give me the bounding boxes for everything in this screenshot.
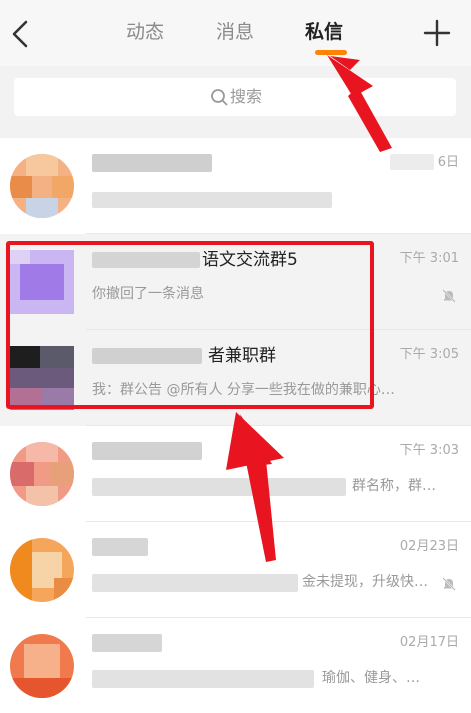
arrow-up-to-box xyxy=(226,412,284,562)
arrow-up-to-tab xyxy=(327,55,392,152)
annotation-arrows xyxy=(226,55,392,562)
